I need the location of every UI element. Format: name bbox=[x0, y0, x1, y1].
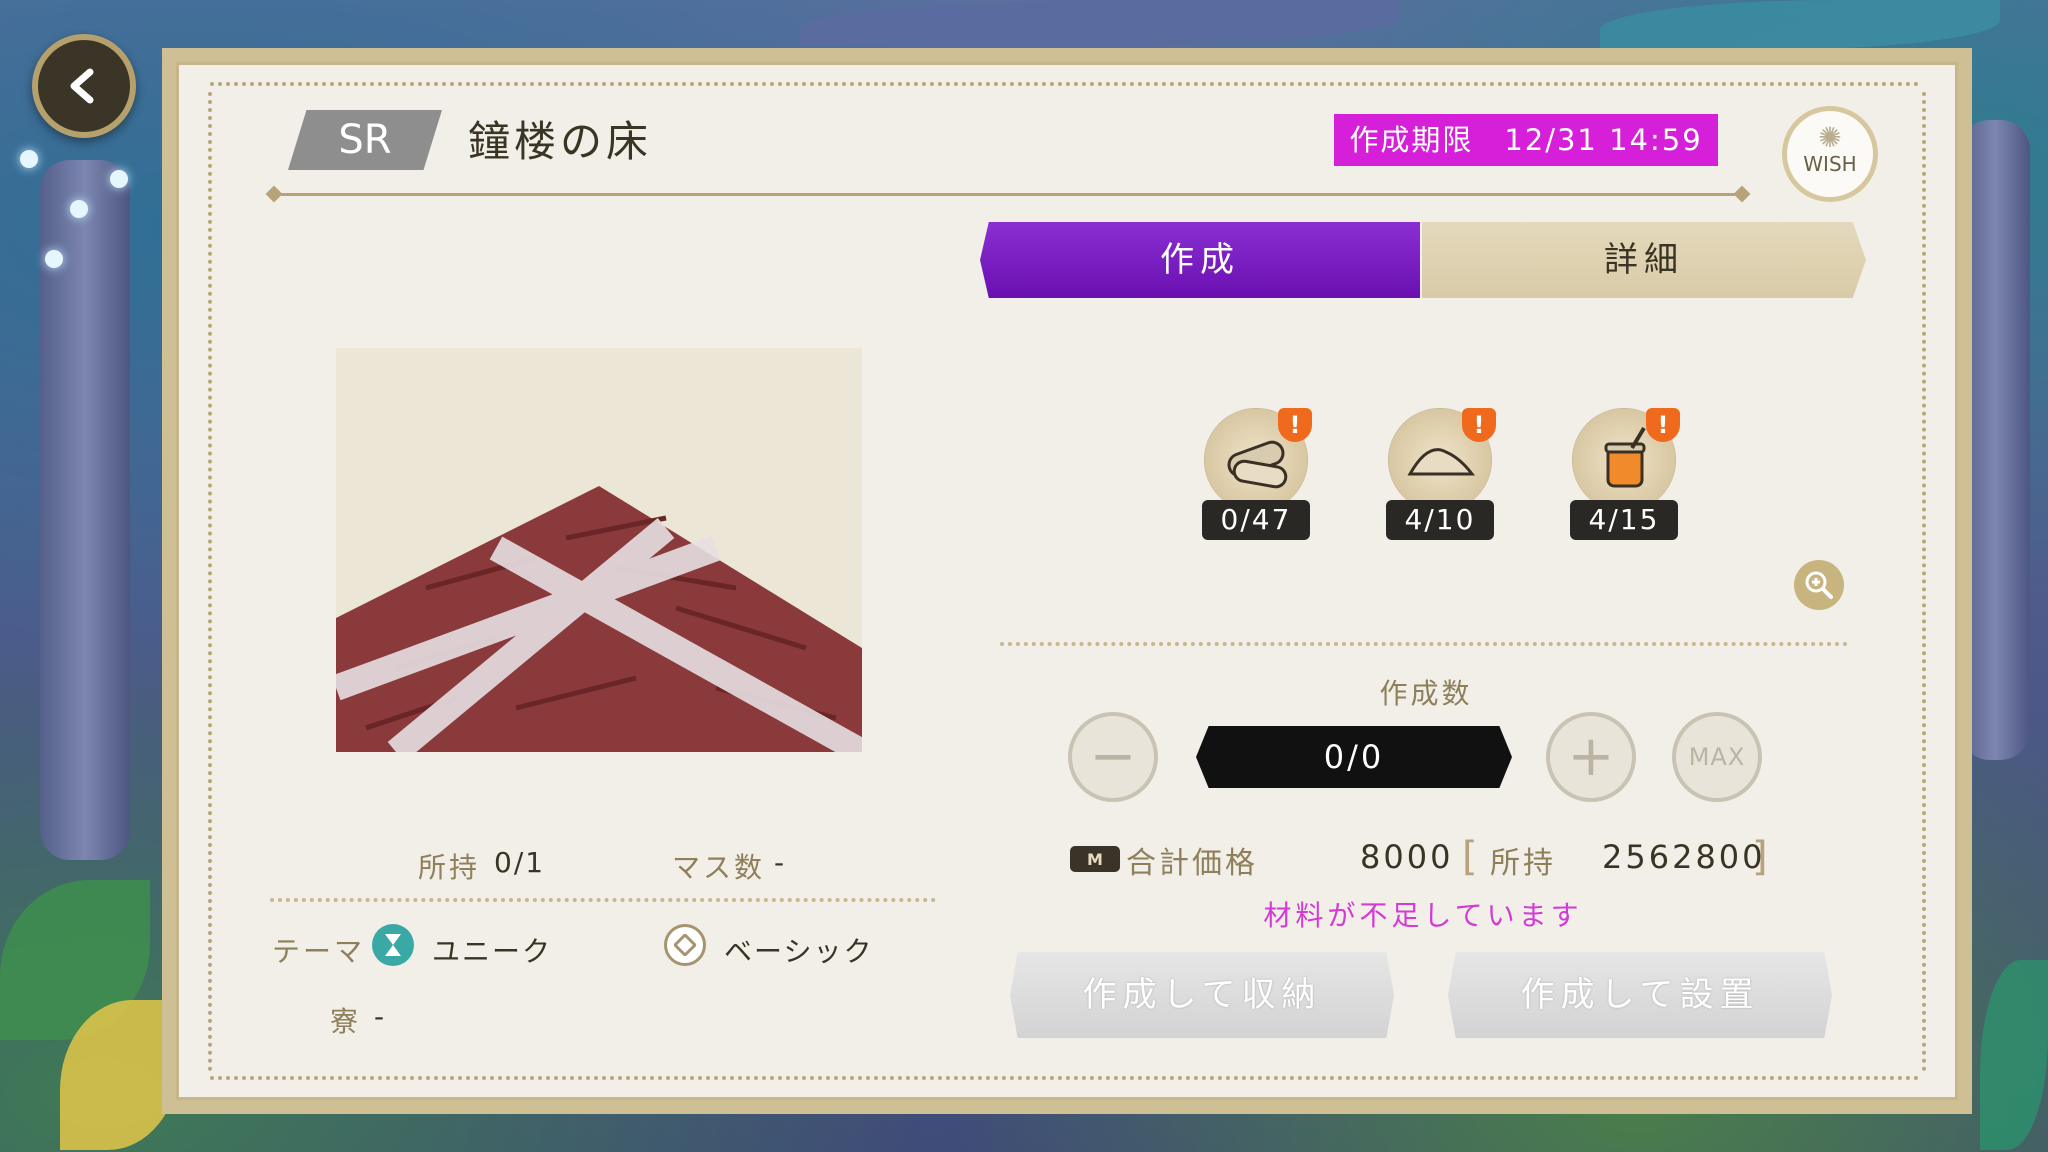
theme-basic-label: ベーシック bbox=[724, 935, 874, 968]
craft-and-place-button[interactable]: 作成して設置 bbox=[1448, 952, 1832, 1038]
background-light bbox=[45, 250, 63, 268]
info-divider bbox=[270, 898, 936, 902]
hourglass-icon bbox=[372, 924, 414, 966]
back-button[interactable] bbox=[32, 34, 136, 138]
header-divider bbox=[272, 193, 1748, 196]
material-count: 4/15 bbox=[1570, 500, 1678, 540]
craft-and-store-button[interactable]: 作成して収納 bbox=[1010, 952, 1394, 1038]
max-button[interactable]: MAX bbox=[1672, 712, 1762, 802]
material-slot[interactable]: ! 4/10 bbox=[1386, 408, 1496, 540]
panel-dotted-border bbox=[1922, 92, 1926, 1072]
quantity-display: 0/0 bbox=[1196, 726, 1512, 788]
insufficient-materials-warning: 材料が不足しています bbox=[1263, 899, 1583, 932]
diamond-icon bbox=[664, 924, 706, 966]
rarity-badge: SR bbox=[288, 110, 442, 170]
warning-icon: ! bbox=[1278, 408, 1312, 442]
owned-label: 所持 bbox=[418, 851, 481, 884]
background-foliage bbox=[1980, 960, 2048, 1150]
background-light bbox=[20, 150, 38, 168]
material-slot[interactable]: ! 0/47 bbox=[1202, 408, 1312, 540]
panel-dotted-border bbox=[210, 82, 1920, 86]
material-slot[interactable]: ! 4/15 bbox=[1570, 408, 1680, 540]
tab-create[interactable]: 作成 bbox=[980, 222, 1420, 298]
item-preview-image bbox=[336, 348, 862, 752]
floor-preview-illustration bbox=[336, 348, 862, 752]
theme-unique-label: ユニーク bbox=[432, 935, 553, 968]
theme-label: テーマ bbox=[272, 935, 366, 968]
owned-money-label: 所持 bbox=[1490, 846, 1556, 881]
tab-detail[interactable]: 詳細 bbox=[1422, 222, 1866, 298]
item-title: 鐘楼の床 bbox=[468, 117, 653, 166]
background-light bbox=[110, 170, 128, 188]
section-divider bbox=[1000, 642, 1848, 646]
squares-value: - bbox=[774, 846, 787, 879]
wish-label: WISH bbox=[1803, 152, 1857, 176]
panel-dotted-border bbox=[210, 1076, 1920, 1080]
total-price-value: 8000 bbox=[1360, 838, 1454, 876]
dorm-label: 寮 bbox=[330, 1005, 362, 1038]
increase-button[interactable]: + bbox=[1546, 712, 1636, 802]
material-count: 4/10 bbox=[1386, 500, 1494, 540]
material-count: 0/47 bbox=[1202, 500, 1310, 540]
panel-dotted-border bbox=[208, 92, 212, 1072]
zoom-in-button[interactable] bbox=[1794, 560, 1844, 610]
background-light bbox=[70, 200, 88, 218]
owned-money-value: 2562800 bbox=[1602, 838, 1766, 876]
total-price-label: 合計価格 bbox=[1126, 846, 1258, 881]
madol-coin-icon: M bbox=[1070, 846, 1120, 872]
chevron-left-icon bbox=[70, 68, 94, 104]
warning-icon: ! bbox=[1462, 408, 1496, 442]
coin-glyph: M bbox=[1087, 849, 1103, 869]
sparkle-icon: ✺ bbox=[1818, 121, 1842, 154]
quantity-label: 作成数 bbox=[1379, 677, 1473, 710]
warning-icon: ! bbox=[1646, 408, 1680, 442]
bracket-open: [ bbox=[1462, 834, 1478, 880]
magnifier-plus-icon bbox=[1805, 571, 1833, 599]
decrease-button[interactable]: − bbox=[1068, 712, 1158, 802]
wish-button[interactable]: ✺ WISH bbox=[1782, 106, 1878, 202]
owned-value: 0/1 bbox=[494, 846, 546, 879]
squares-label: マス数 bbox=[672, 851, 766, 884]
background-foliage bbox=[800, 0, 1400, 46]
dorm-value: - bbox=[374, 1000, 387, 1033]
deadline-badge: 作成期限 12/31 14:59 bbox=[1334, 114, 1718, 166]
bracket-close: ] bbox=[1752, 834, 1768, 880]
background-foliage bbox=[1600, 0, 2000, 50]
